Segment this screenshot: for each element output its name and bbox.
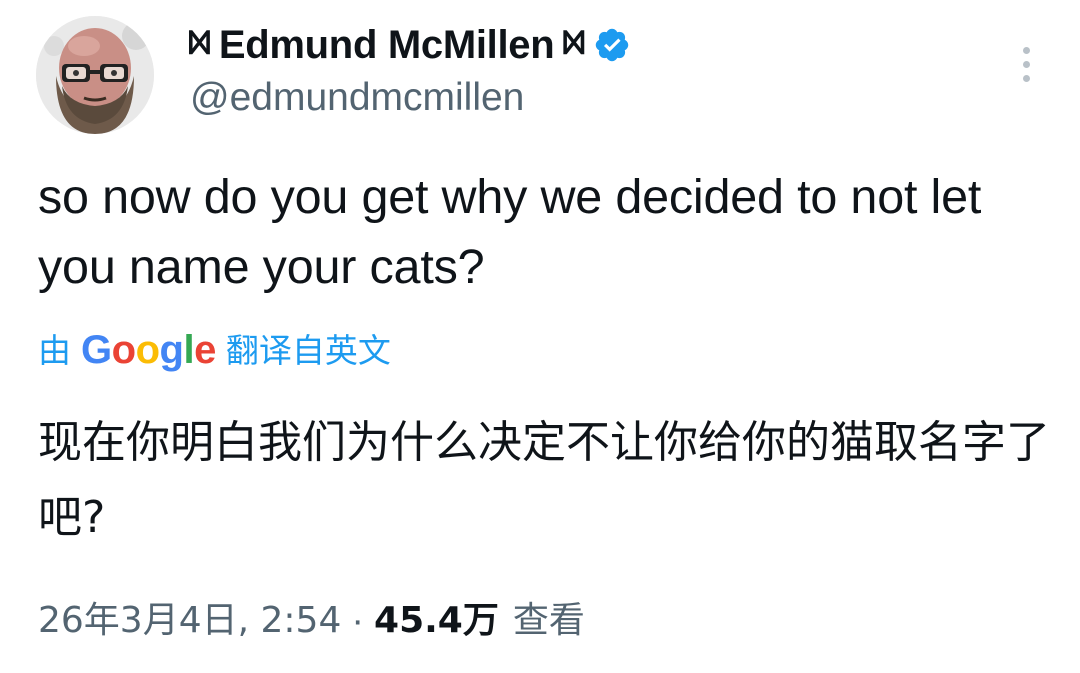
translation-attribution[interactable]: 由 Google 翻译自英文	[38, 326, 391, 374]
author-handle[interactable]: @edmundmcmillen	[190, 78, 524, 117]
view-count-label: 查看	[512, 600, 585, 641]
view-count[interactable]: 45.4万	[374, 603, 499, 639]
translation-suffix: 翻译自英文	[225, 330, 391, 370]
more-dot	[1022, 46, 1030, 54]
more-options-icon[interactable]	[1008, 38, 1044, 90]
author-avatar[interactable]	[36, 16, 154, 134]
translation-prefix: 由	[38, 330, 71, 370]
author-name-row[interactable]: ᢂ Edmund McMillen ᢂ	[188, 20, 631, 70]
translated-tweet-text: 现在你明白我们为什么决定不让你给你的猫取名字了吧?	[38, 417, 1050, 543]
more-dot	[1022, 60, 1030, 68]
name-decoration-glyph-trailing: ᢂ	[562, 25, 586, 65]
author-display-name[interactable]: Edmund McMillen	[219, 25, 555, 65]
more-dot	[1022, 74, 1030, 82]
bearded-man-avatar-icon	[36, 16, 154, 134]
verified-badge-icon	[593, 26, 631, 64]
google-logo: Google	[81, 328, 216, 372]
tweet-meta: 26年3月4日, 2:54 · 45.4万 查看	[38, 596, 585, 646]
meta-separator: ·	[351, 600, 365, 642]
tweet-timestamp[interactable]: 26年3月4日, 2:54	[38, 603, 341, 639]
name-decoration-glyph: ᢂ	[188, 25, 211, 65]
tweet-text: so now do you get why we decided to not …	[38, 170, 982, 294]
